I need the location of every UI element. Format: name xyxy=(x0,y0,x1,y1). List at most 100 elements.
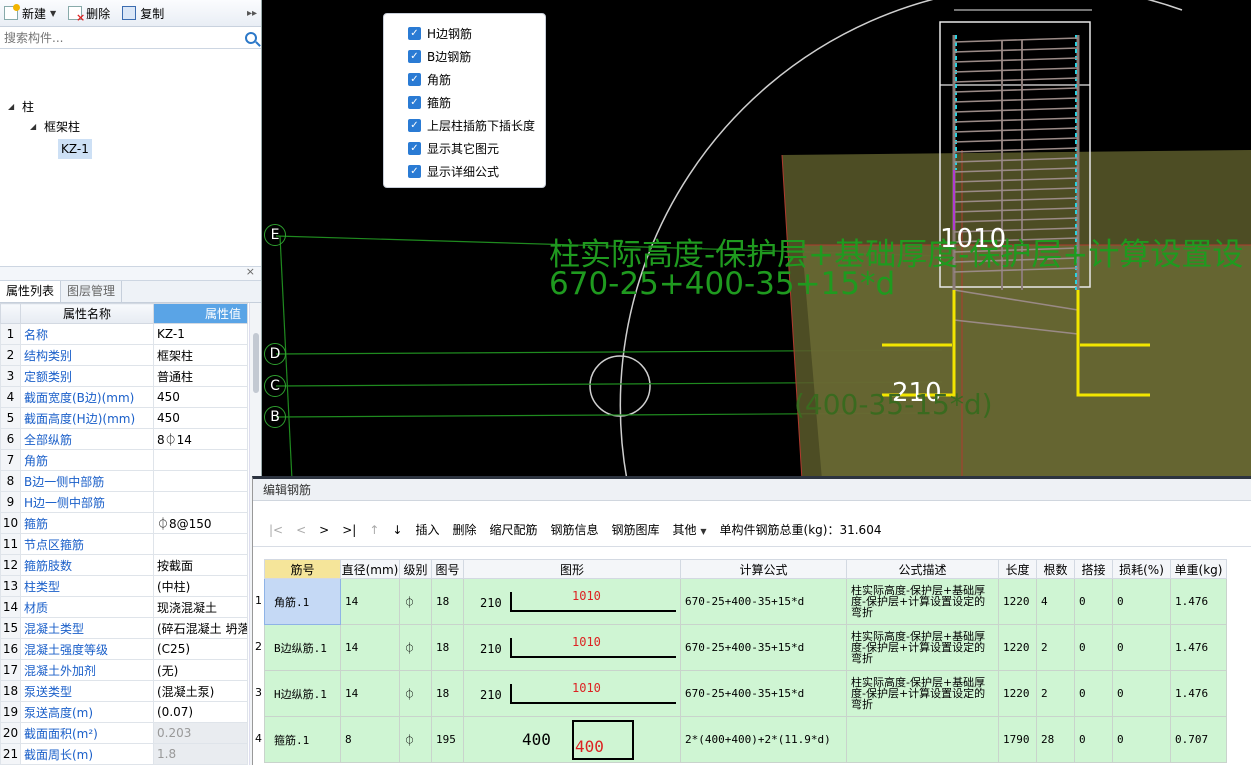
search-icon[interactable] xyxy=(245,31,257,44)
next-record-button[interactable]: > xyxy=(319,523,329,537)
checkbox-checked-icon[interactable]: ✓ xyxy=(408,73,421,86)
property-row[interactable]: 18 泵送类型 (混凝土泵) xyxy=(0,680,248,702)
tree-node-kz1[interactable]: KZ-1 xyxy=(58,139,92,159)
property-row[interactable]: 20 截面面积(m²) 0.203 xyxy=(0,722,248,744)
property-row[interactable]: 6 全部纵筋 8⏀14 xyxy=(0,428,248,450)
move-down-button[interactable]: ↓ xyxy=(392,523,402,537)
grade-cell[interactable]: ⏀ xyxy=(399,578,432,625)
property-value[interactable]: (中柱) xyxy=(153,575,248,597)
count-cell[interactable]: 28 xyxy=(1036,716,1075,763)
formula-description-cell[interactable]: 柱实际高度-保护层+基础厚度-保护层+计算设置设定的弯折 xyxy=(846,670,999,717)
panel-splitter[interactable]: × xyxy=(0,265,261,281)
property-row[interactable]: 1 名称 KZ-1 xyxy=(0,323,248,345)
insert-button[interactable]: 插入 xyxy=(415,521,439,538)
property-value[interactable]: 0.203 xyxy=(153,722,248,744)
first-record-button[interactable]: |< xyxy=(269,523,283,537)
lap-cell[interactable]: 0 xyxy=(1074,670,1113,717)
expand-toolbar-icon[interactable]: ▸▸ xyxy=(247,8,257,19)
formula-description-cell[interactable] xyxy=(846,716,999,763)
rebar-column-header[interactable]: 长度 xyxy=(998,559,1037,579)
grade-cell[interactable]: ⏀ xyxy=(399,716,432,763)
figure-number-cell[interactable]: 18 xyxy=(431,670,464,717)
property-value[interactable]: (碎石混凝土 坍落 xyxy=(153,617,248,639)
checkbox-checked-icon[interactable]: ✓ xyxy=(408,165,421,178)
loss-cell[interactable]: 0 xyxy=(1112,716,1171,763)
property-value[interactable] xyxy=(153,449,248,471)
collapse-icon[interactable]: ◢ xyxy=(30,117,38,137)
rebar-row[interactable]: 2 B边纵筋.1 14 ⏀ 18 210 1010 670-25+400-35+15*d 柱实际… xyxy=(255,624,1227,671)
axis-marker-e[interactable]: E xyxy=(264,224,286,246)
tab-properties[interactable]: 属性列表 xyxy=(0,281,62,302)
rebar-column-header[interactable]: 图形 xyxy=(463,559,681,579)
figure-number-cell[interactable]: 18 xyxy=(431,624,464,671)
formula-cell[interactable]: 2*(400+400)+2*(11.9*d) xyxy=(680,716,847,763)
length-cell[interactable]: 1790 xyxy=(998,716,1037,763)
count-cell[interactable]: 4 xyxy=(1036,578,1075,625)
property-value[interactable]: 450 xyxy=(153,407,248,429)
property-row[interactable]: 14 材质 现浇混凝土 xyxy=(0,596,248,618)
figure-number-cell[interactable]: 18 xyxy=(431,578,464,625)
tree-node-frame-column[interactable]: ◢ 框架柱 xyxy=(30,117,80,137)
formula-cell[interactable]: 670-25+400-35+15*d xyxy=(680,624,847,671)
property-row[interactable]: 12 箍筋肢数 按截面 xyxy=(0,554,248,576)
new-button[interactable]: 新建 ▼ xyxy=(4,4,56,22)
rebar-row[interactable]: 1 角筋.1 14 ⏀ 18 210 1010 670-25+400-35+15*d 柱实际高度… xyxy=(255,578,1227,625)
property-row[interactable]: 13 柱类型 (中柱) xyxy=(0,575,248,597)
property-row[interactable]: 5 截面高度(H边)(mm) 450 xyxy=(0,407,248,429)
delete-rebar-button[interactable]: 删除 xyxy=(452,521,476,538)
rebar-column-header[interactable]: 直径(mm) xyxy=(340,559,400,579)
option-checkbox-row[interactable]: ✓ B边钢筋 xyxy=(408,45,545,68)
loss-cell[interactable]: 0 xyxy=(1112,670,1171,717)
rebar-column-header[interactable]: 公式描述 xyxy=(846,559,999,579)
property-row[interactable]: 19 泵送高度(m) (0.07) xyxy=(0,701,248,723)
rebar-row[interactable]: 3 H边纵筋.1 14 ⏀ 18 210 1010 670-25+400-35+15*d 柱实际… xyxy=(255,670,1227,717)
copy-button[interactable]: 复制 xyxy=(122,5,164,22)
property-value[interactable]: 框架柱 xyxy=(153,344,248,366)
unit-weight-cell[interactable]: 1.476 xyxy=(1170,624,1227,671)
property-value[interactable]: 现浇混凝土 xyxy=(153,596,248,618)
rebar-name-cell[interactable]: 2 B边纵筋.1 xyxy=(255,624,341,671)
count-cell[interactable]: 2 xyxy=(1036,670,1075,717)
loss-cell[interactable]: 0 xyxy=(1112,578,1171,625)
option-checkbox-row[interactable]: ✓ 显示其它图元 xyxy=(408,137,545,160)
checkbox-checked-icon[interactable]: ✓ xyxy=(408,27,421,40)
formula-cell[interactable]: 670-25+400-35+15*d xyxy=(680,578,847,625)
lap-cell[interactable]: 0 xyxy=(1074,578,1113,625)
property-value[interactable]: (0.07) xyxy=(153,701,248,723)
property-value[interactable] xyxy=(153,491,248,513)
unit-weight-cell[interactable]: 1.476 xyxy=(1170,578,1227,625)
rebar-column-header[interactable]: 图号 xyxy=(431,559,464,579)
delete-button[interactable]: 删除 xyxy=(68,5,110,24)
unit-weight-cell[interactable]: 0.707 xyxy=(1170,716,1227,763)
count-cell[interactable]: 2 xyxy=(1036,624,1075,671)
rebar-column-header[interactable]: 损耗(%) xyxy=(1112,559,1171,579)
property-row[interactable]: 17 混凝土外加剂 (无) xyxy=(0,659,248,681)
last-record-button[interactable]: >| xyxy=(342,523,356,537)
property-row[interactable]: 11 节点区箍筋 xyxy=(0,533,248,555)
diameter-cell[interactable]: 14 xyxy=(340,624,400,671)
other-menu-button[interactable]: 其他 ▼ xyxy=(673,521,707,538)
rebar-column-header[interactable]: 计算公式 xyxy=(680,559,847,579)
property-value[interactable] xyxy=(153,533,248,555)
loss-cell[interactable]: 0 xyxy=(1112,624,1171,671)
property-value[interactable]: (无) xyxy=(153,659,248,681)
collapse-icon[interactable]: ◢ xyxy=(8,97,16,117)
property-value[interactable]: KZ-1 xyxy=(153,323,248,345)
shape-cell[interactable]: 210 1010 xyxy=(463,670,681,717)
rebar-row[interactable]: 4 箍筋.1 8 ⏀ 195 400 400 2*(400+400)+2*(11.9*d) 17… xyxy=(255,716,1227,763)
formula-cell[interactable]: 670-25+400-35+15*d xyxy=(680,670,847,717)
chevron-down-icon[interactable]: ▼ xyxy=(50,9,56,18)
rebar-name-cell[interactable]: 1 角筋.1 xyxy=(255,578,341,625)
tab-layers[interactable]: 图层管理 xyxy=(61,281,123,302)
rebar-info-button[interactable]: 钢筋信息 xyxy=(551,521,599,538)
rebar-column-header[interactable]: 级别 xyxy=(399,559,432,579)
grade-cell[interactable]: ⏀ xyxy=(399,624,432,671)
shape-cell[interactable]: 210 1010 xyxy=(463,624,681,671)
lap-cell[interactable]: 0 xyxy=(1074,624,1113,671)
property-row[interactable]: 7 角筋 xyxy=(0,449,248,471)
grade-cell[interactable]: ⏀ xyxy=(399,670,432,717)
shape-cell[interactable]: 400 400 xyxy=(463,716,681,763)
rebar-library-button[interactable]: 钢筋图库 xyxy=(612,521,660,538)
unit-weight-cell[interactable]: 1.476 xyxy=(1170,670,1227,717)
rebar-column-header[interactable]: 单重(kg) xyxy=(1170,559,1227,579)
